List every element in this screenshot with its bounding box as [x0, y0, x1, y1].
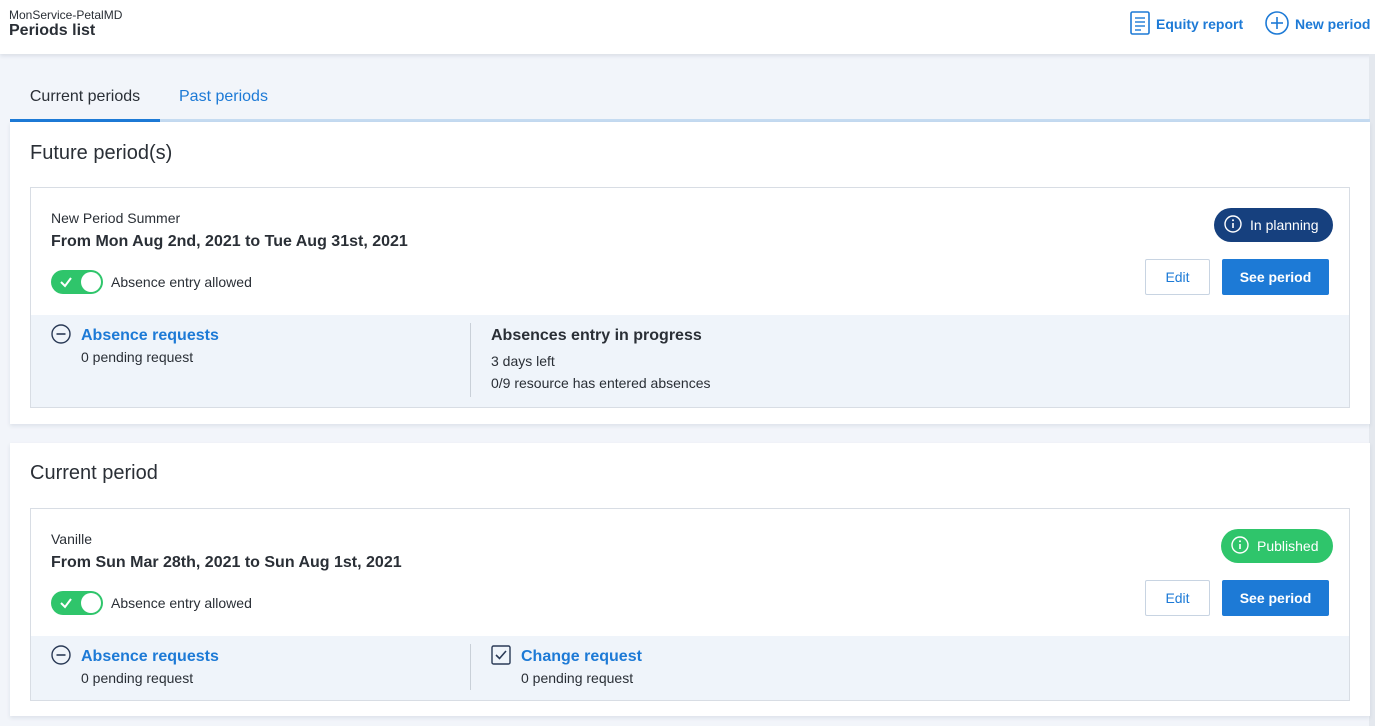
checkbox-icon	[491, 644, 521, 670]
period-card: Vanille From Sun Mar 28th, 2021 to Sun A…	[30, 508, 1350, 701]
days-left: 3 days left	[491, 353, 555, 369]
absence-requests-label: Absence requests	[81, 327, 219, 344]
equity-report-button[interactable]: Equity report	[1130, 10, 1244, 38]
new-period-button[interactable]: New period	[1265, 10, 1371, 38]
info-icon	[1231, 535, 1257, 557]
see-period-button[interactable]: See period	[1222, 580, 1329, 616]
status-badge: Published	[1221, 529, 1333, 563]
check-icon	[59, 275, 73, 294]
status-label: Published	[1257, 538, 1319, 554]
footer-divider	[470, 323, 471, 397]
toggle-label: Absence entry allowed	[111, 274, 252, 290]
pending-count: 0 pending request	[81, 670, 194, 686]
absence-entry-toggle-row: Absence entry allowed	[51, 591, 252, 615]
edit-button[interactable]: Edit	[1145, 580, 1210, 616]
absence-requests-block: Absence requests 0 pending request	[51, 323, 219, 365]
absence-requests-link[interactable]: Absence requests	[51, 323, 219, 349]
info-icon	[1224, 214, 1250, 236]
change-request-label: Change request	[521, 648, 642, 665]
change-request-block: Change request 0 pending request	[491, 644, 642, 686]
period-name: Vanille	[51, 531, 92, 547]
period-card-footer: Absence requests 0 pending request Absen…	[31, 315, 1349, 407]
section-title: Future period(s)	[30, 142, 173, 164]
period-card: New Period Summer From Mon Aug 2nd, 2021…	[30, 187, 1350, 408]
new-period-label: New period	[1295, 16, 1371, 32]
edit-button[interactable]: Edit	[1145, 259, 1210, 295]
minus-circle-icon	[51, 644, 81, 670]
tab-current-periods[interactable]: Current periods	[10, 78, 160, 122]
pending-count: 0 pending request	[521, 670, 634, 686]
toggle-knob	[81, 272, 101, 292]
toggle-knob	[81, 593, 101, 613]
status-label: In planning	[1250, 217, 1319, 233]
see-period-button[interactable]: See period	[1222, 259, 1329, 295]
check-icon	[59, 596, 73, 615]
tab-past-periods[interactable]: Past periods	[179, 78, 268, 122]
absence-requests-block: Absence requests 0 pending request	[51, 644, 219, 686]
change-request-link[interactable]: Change request	[491, 644, 642, 670]
period-name: New Period Summer	[51, 210, 181, 226]
plus-circle-icon	[1265, 10, 1295, 38]
absence-entry-toggle[interactable]	[51, 591, 103, 615]
minus-circle-icon	[51, 323, 81, 349]
absence-entry-toggle[interactable]	[51, 270, 103, 294]
footer-divider	[470, 644, 471, 690]
equity-report-label: Equity report	[1156, 16, 1244, 32]
period-dates: From Sun Mar 28th, 2021 to Sun Aug 1st, …	[51, 554, 402, 571]
top-bar: MonService-PetalMD Periods list Equity r…	[0, 0, 1375, 54]
period-tabs: Current periods Past periods	[10, 78, 1370, 122]
section-title: Current period	[30, 462, 158, 484]
absence-entry-toggle-row: Absence entry allowed	[51, 270, 252, 294]
period-dates: From Mon Aug 2nd, 2021 to Tue Aug 31st, …	[51, 233, 408, 250]
absence-progress-block: Absences entry in progress 3 days left 0…	[491, 325, 710, 391]
current-period-section: Current period Vanille From Sun Mar 28th…	[10, 443, 1370, 716]
resources-entered: 0/9 resource has entered absences	[491, 375, 711, 391]
app-name: MonService-PetalMD	[9, 8, 123, 22]
period-card-footer: Absence requests 0 pending request Chang…	[31, 636, 1349, 700]
page-title: Periods list	[9, 22, 96, 39]
pending-count: 0 pending request	[81, 349, 194, 365]
future-periods-section: Future period(s) New Period Summer From …	[10, 122, 1370, 424]
report-icon	[1130, 10, 1156, 38]
absence-requests-link[interactable]: Absence requests	[51, 644, 219, 670]
toggle-label: Absence entry allowed	[111, 595, 252, 611]
absence-requests-label: Absence requests	[81, 648, 219, 665]
progress-title: Absences entry in progress	[491, 327, 702, 344]
status-badge: In planning	[1214, 208, 1333, 242]
